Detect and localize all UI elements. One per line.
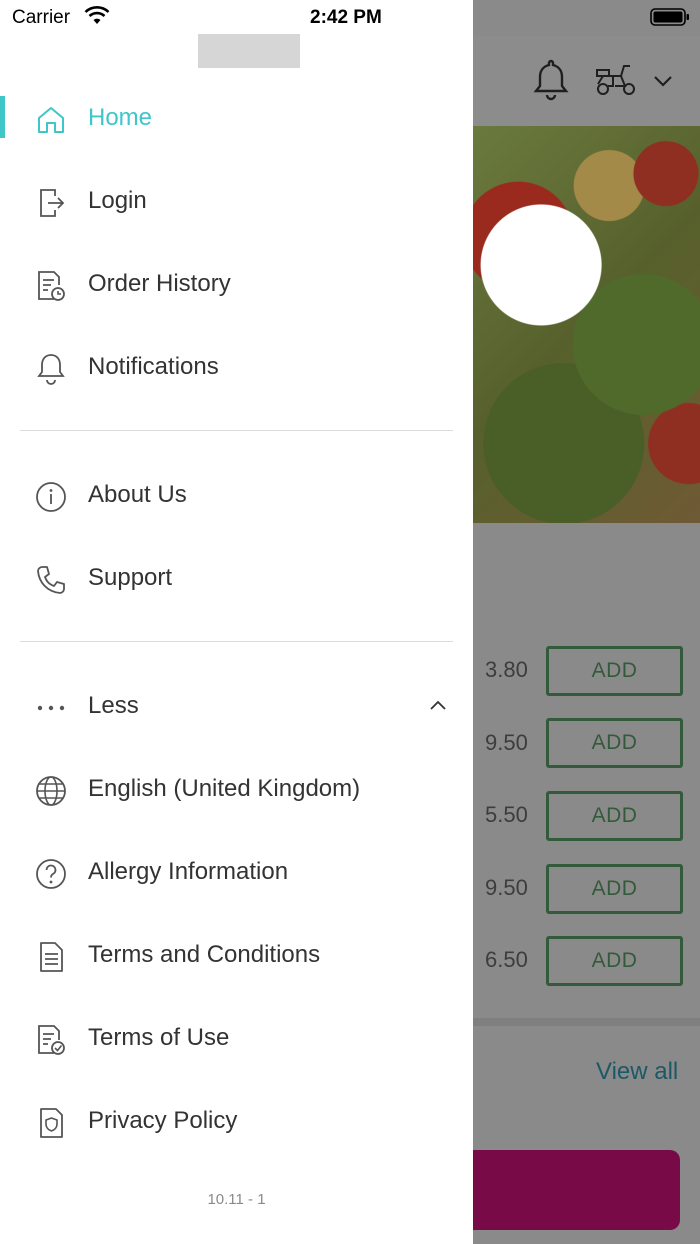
order-history-icon: [33, 268, 69, 304]
menu-item-terms-of-use[interactable]: Terms of Use: [0, 1008, 473, 1068]
document-check-icon: [33, 1022, 69, 1058]
item-price: 5.50: [485, 802, 528, 827]
menu-item-label: Less: [88, 692, 139, 719]
menu-item-less-toggle[interactable]: Less: [0, 676, 473, 736]
menu-item-label: Notifications: [88, 353, 219, 380]
side-drawer: Home Login Order History Notifications A…: [0, 0, 473, 1244]
item-price: 9.50: [485, 875, 528, 900]
wifi-icon: [84, 6, 110, 24]
question-circle-icon: [33, 856, 69, 892]
menu-item-label: Terms and Conditions: [88, 941, 321, 968]
login-icon: [33, 185, 69, 221]
menu-item-privacy-policy[interactable]: Privacy Policy: [0, 1091, 473, 1151]
menu-item-label: Terms of Use: [88, 1024, 230, 1051]
bell-icon: [33, 351, 69, 387]
battery-icon: [650, 8, 689, 26]
menu-item-label: Login: [88, 187, 147, 214]
add-button[interactable]: ADD: [546, 936, 683, 986]
globe-icon: [33, 773, 69, 809]
menu-item-order-history[interactable]: Order History: [0, 254, 473, 314]
add-button[interactable]: ADD: [546, 718, 683, 768]
item-price: 9.50: [485, 730, 528, 755]
menu-item-label: Home: [88, 104, 153, 131]
chevron-up-icon[interactable]: [428, 697, 448, 713]
menu-item-about-us[interactable]: About Us: [0, 465, 473, 525]
status-time: 2:42 PM: [310, 7, 382, 28]
menu-item-terms-and-conditions[interactable]: Terms and Conditions: [0, 925, 473, 985]
menu-item-label: Support: [88, 564, 173, 591]
add-button[interactable]: ADD: [546, 864, 683, 914]
hero-food-image: [473, 126, 700, 523]
menu-item-label: Allergy Information: [88, 858, 289, 885]
menu-divider: [20, 430, 453, 431]
privacy-shield-icon: [33, 1105, 69, 1141]
basket-bar[interactable]: [473, 1150, 680, 1230]
delivery-scooter-icon[interactable]: [594, 62, 638, 98]
menu-divider: [20, 641, 453, 642]
more-dots-icon: [33, 690, 69, 726]
menu-item-label: About Us: [88, 481, 187, 508]
menu-item-allergy-information[interactable]: Allergy Information: [0, 842, 473, 902]
menu-item-home[interactable]: Home: [0, 88, 473, 148]
home-icon: [33, 102, 69, 138]
status-carrier: Carrier: [12, 7, 71, 28]
document-icon: [33, 939, 69, 975]
item-price: 6.50: [485, 947, 528, 972]
menu-item-label: Privacy Policy: [88, 1107, 238, 1134]
section-divider: [473, 1018, 700, 1026]
menu-item-support[interactable]: Support: [0, 548, 473, 608]
phone-icon: [33, 562, 69, 598]
info-icon: [33, 479, 69, 515]
menu-item-language[interactable]: English (United Kingdom): [0, 759, 473, 819]
menu-item-login[interactable]: Login: [0, 171, 473, 231]
menu-item-label: Order History: [88, 270, 231, 297]
brand-logo-placeholder: [198, 34, 300, 68]
bell-icon[interactable]: [532, 57, 570, 101]
add-button[interactable]: ADD: [546, 646, 683, 696]
chevron-down-icon[interactable]: [652, 73, 674, 89]
item-price: 3.80: [485, 657, 528, 682]
menu-item-notifications[interactable]: Notifications: [0, 337, 473, 397]
add-button[interactable]: ADD: [546, 791, 683, 841]
menu-item-label: English (United Kingdom): [88, 775, 361, 802]
view-all-link[interactable]: View all: [596, 1058, 678, 1086]
app-version: 10.11 - 1: [207, 1191, 266, 1208]
